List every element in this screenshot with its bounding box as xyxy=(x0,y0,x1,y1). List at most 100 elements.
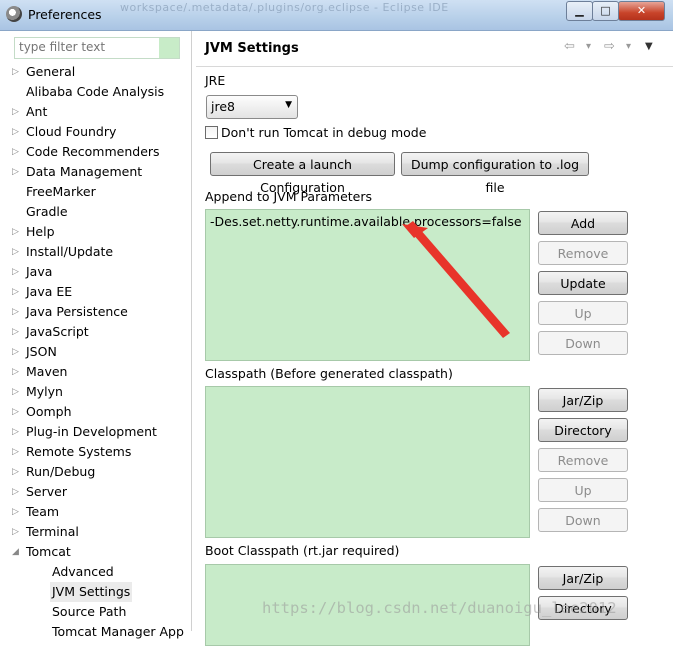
classpath-list[interactable] xyxy=(205,386,530,538)
classpath-down-button[interactable]: Down xyxy=(538,508,628,532)
tree-item-label: Tomcat Manager App xyxy=(52,624,184,639)
chevron-down-icon: ▼ xyxy=(285,100,292,110)
collapsed-arrow-icon[interactable]: ▷ xyxy=(12,122,24,142)
tree-item-label: FreeMarker xyxy=(26,184,96,199)
collapsed-arrow-icon[interactable]: ▷ xyxy=(12,502,24,522)
tree-item-label: Team xyxy=(26,504,60,519)
collapsed-arrow-icon[interactable]: ▷ xyxy=(12,302,24,322)
title-bar: Preferences workspace/.metadata/.plugins… xyxy=(0,0,673,31)
jvm-params-label: Append to JVM Parameters xyxy=(205,189,373,204)
filter-box xyxy=(14,37,180,59)
minimize-icon: ▁ xyxy=(575,4,584,17)
tree-item-label: JSON xyxy=(26,344,57,359)
tree-item-label: Java EE xyxy=(26,284,73,299)
collapsed-arrow-icon[interactable]: ▷ xyxy=(12,102,24,122)
filter-clear-icon[interactable] xyxy=(159,38,179,58)
tree-item-label: Remote Systems xyxy=(26,444,132,459)
classpath-remove-button[interactable]: Remove xyxy=(538,448,628,472)
tree-item-label: Mylyn xyxy=(26,384,63,399)
jre-label: JRE xyxy=(205,73,226,88)
collapsed-arrow-icon[interactable]: ▷ xyxy=(12,322,24,342)
tree-item-label: Advanced xyxy=(52,564,114,579)
tree-item-label: Ant xyxy=(26,104,48,119)
collapsed-arrow-icon[interactable]: ▷ xyxy=(12,142,24,162)
collapsed-arrow-icon[interactable]: ▷ xyxy=(12,422,24,442)
back-menu-icon[interactable]: ▾ xyxy=(586,41,591,52)
page-title: JVM Settings xyxy=(205,41,299,56)
maximize-icon: □ xyxy=(600,4,611,17)
window-title: Preferences xyxy=(28,7,102,22)
tree-item-label: Alibaba Code Analysis xyxy=(26,84,165,99)
tree-item-label: JavaScript xyxy=(26,324,89,339)
collapsed-arrow-icon[interactable]: ▷ xyxy=(12,222,24,242)
jvm-params-list[interactable]: -Des.set.netty.runtime.available.process… xyxy=(205,209,530,361)
list-item[interactable]: -Des.set.netty.runtime.available.process… xyxy=(210,214,522,229)
collapsed-arrow-icon[interactable]: ▷ xyxy=(12,402,24,422)
create-launch-config-button[interactable]: Create a launch Configuration xyxy=(210,152,395,195)
tree-item-label: Java Persistence xyxy=(26,304,128,319)
debug-mode-checkbox[interactable] xyxy=(205,126,218,139)
classpath-jar-zip-button[interactable]: Jar/Zip xyxy=(538,388,628,412)
tree-item-label: Java xyxy=(26,264,53,279)
classpath-up-button[interactable]: Up xyxy=(538,478,628,502)
collapsed-arrow-icon[interactable]: ▷ xyxy=(12,62,24,82)
jre-selected-value: jre8 xyxy=(211,99,235,114)
collapsed-arrow-icon[interactable]: ▷ xyxy=(12,382,24,402)
tree-item-label: Plug-in Development xyxy=(26,424,157,439)
tree-item-label: Help xyxy=(26,224,55,239)
collapsed-arrow-icon[interactable]: ▷ xyxy=(12,282,24,302)
tree-item-label: Cloud Foundry xyxy=(26,124,117,139)
jre-select[interactable]: jre8 ▼ xyxy=(206,95,298,119)
tree-item-label: Tomcat xyxy=(26,544,71,559)
dump-config-button[interactable]: Dump configuration to .log file xyxy=(401,152,589,195)
minimize-button[interactable]: ▁ xyxy=(566,1,593,21)
collapsed-arrow-icon[interactable]: ▷ xyxy=(12,342,24,362)
jvm-settings-page: JVM Settings ⇦ ▾ ⇨ ▾ ▼ JRE jre8 ▼ Don't … xyxy=(196,31,673,646)
collapsed-arrow-icon[interactable]: ▷ xyxy=(12,362,24,382)
view-menu-icon[interactable]: ▼ xyxy=(645,41,653,52)
tree-item-label: Source Path xyxy=(52,604,127,619)
move-param-up-button[interactable]: Up xyxy=(538,301,628,325)
collapsed-arrow-icon[interactable]: ▷ xyxy=(12,162,24,182)
tree-item-label: Maven xyxy=(26,364,68,379)
sash-divider[interactable] xyxy=(191,31,192,631)
tree-item-label: Server xyxy=(26,484,67,499)
maximize-button[interactable]: □ xyxy=(592,1,619,21)
forward-arrow-icon[interactable]: ⇨ xyxy=(604,39,615,54)
back-arrow-icon[interactable]: ⇦ xyxy=(564,39,575,54)
header-separator xyxy=(196,66,673,67)
boot-classpath-label: Boot Classpath (rt.jar required) xyxy=(205,543,400,558)
close-icon: ✕ xyxy=(636,4,647,17)
move-param-down-button[interactable]: Down xyxy=(538,331,628,355)
tree-item-label: Terminal xyxy=(26,524,79,539)
collapsed-arrow-icon[interactable]: ▷ xyxy=(12,442,24,462)
classpath-label: Classpath (Before generated classpath) xyxy=(205,366,453,381)
boot-jar-zip-button[interactable]: Jar/Zip xyxy=(538,566,628,590)
tree-item-label: Code Recommenders xyxy=(26,144,160,159)
background-window-title: workspace/.metadata/.plugins/org.eclipse… xyxy=(120,1,449,14)
expanded-arrow-icon[interactable]: ◢ xyxy=(12,542,24,562)
forward-menu-icon[interactable]: ▾ xyxy=(626,41,631,52)
collapsed-arrow-icon[interactable]: ▷ xyxy=(12,262,24,282)
debug-mode-label: Don't run Tomcat in debug mode xyxy=(221,125,427,140)
collapsed-arrow-icon[interactable]: ▷ xyxy=(12,522,24,542)
close-button[interactable]: ✕ xyxy=(618,1,665,21)
filter-input[interactable] xyxy=(15,38,159,56)
tree-item-label: JVM Settings xyxy=(50,582,133,602)
add-param-button[interactable]: Add xyxy=(538,211,628,235)
classpath-directory-button[interactable]: Directory xyxy=(538,418,628,442)
update-param-button[interactable]: Update xyxy=(538,271,628,295)
tree-item-label: General xyxy=(26,64,76,79)
tree-item-label: Oomph xyxy=(26,404,72,419)
tree-item-label: Gradle xyxy=(26,204,68,219)
watermark: https://blog.csdn.net/duanoigu_lee2012 xyxy=(262,599,617,617)
collapsed-arrow-icon[interactable]: ▷ xyxy=(12,242,24,262)
tree-item-label: Install/Update xyxy=(26,244,114,259)
preferences-tree-panel: ▷GeneralAlibaba Code Analysis▷Ant▷Cloud … xyxy=(12,34,184,639)
tree-item-label: Data Management xyxy=(26,164,143,179)
collapsed-arrow-icon[interactable]: ▷ xyxy=(12,462,24,482)
remove-param-button[interactable]: Remove xyxy=(538,241,628,265)
preferences-app-icon xyxy=(6,6,22,22)
tree-item-label: Run/Debug xyxy=(26,464,96,479)
collapsed-arrow-icon[interactable]: ▷ xyxy=(12,482,24,502)
